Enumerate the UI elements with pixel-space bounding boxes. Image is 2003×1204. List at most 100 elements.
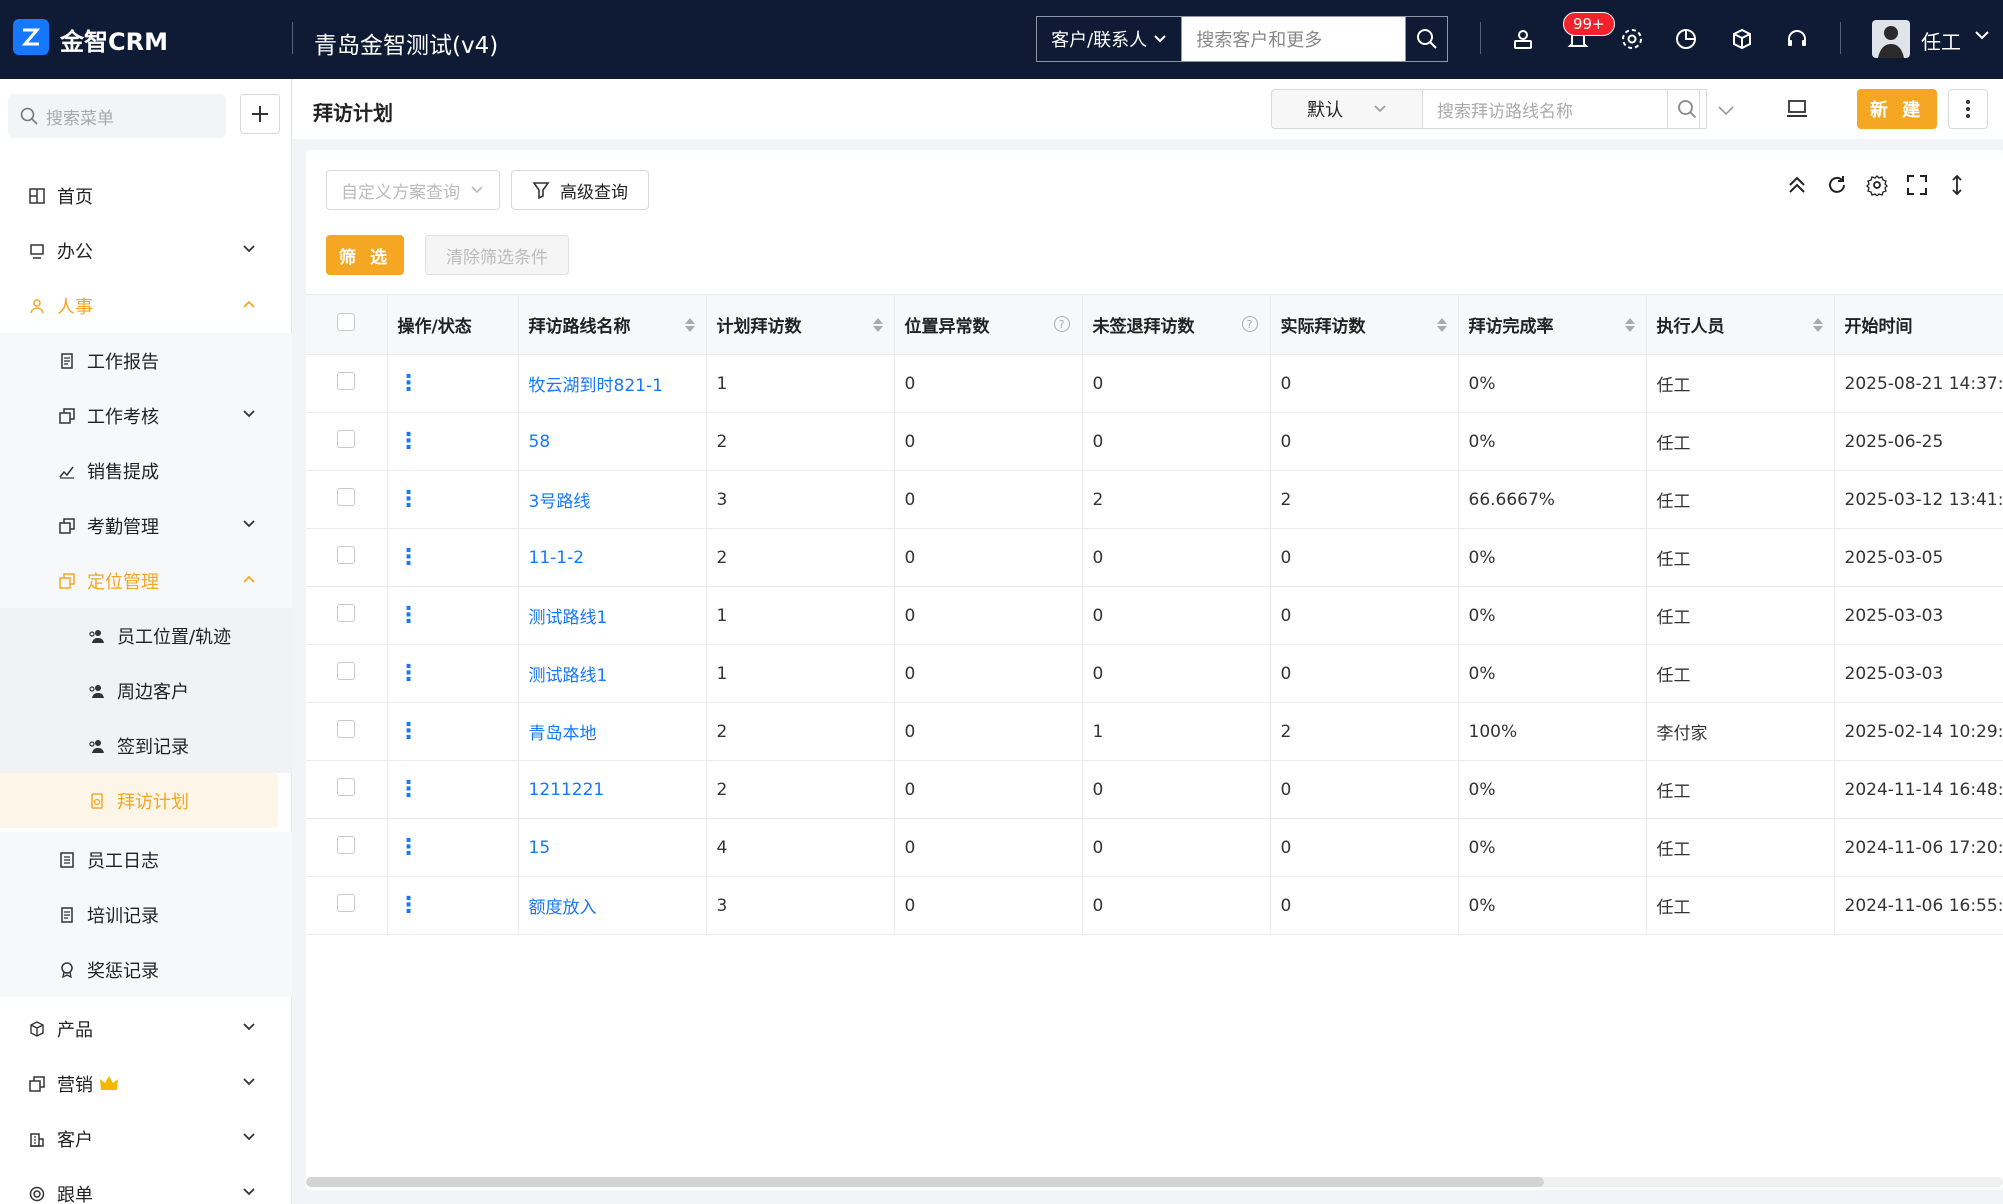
sidebar-item-attendance[interactable]: 考勤管理 <box>0 498 292 553</box>
chevron-down-icon[interactable] <box>1974 27 1990 43</box>
select-all-checkbox[interactable] <box>337 313 356 331</box>
table-cell[interactable]: 58 <box>518 412 707 471</box>
table-cell[interactable]: 11-1-2 <box>518 528 707 587</box>
table-row[interactable]: ⋮ 1211221 2 0 0 0 0% 任工 2024-11-14 16:48:5 <box>306 760 2003 819</box>
column-header[interactable]: 执行人员 <box>1646 294 1835 355</box>
sidebar-item-staff-log[interactable]: 员工日志 <box>0 832 292 887</box>
table-cell[interactable]: 测试路线1 <box>518 586 707 645</box>
row-checkbox[interactable] <box>337 836 356 854</box>
sidebar-item-work-assessment[interactable]: 工作考核 <box>0 388 292 443</box>
sidebar-item-home[interactable]: 首页 <box>0 168 292 223</box>
table-cell[interactable]: 1211221 <box>518 760 707 819</box>
sidebar-item-visit-plan[interactable]: 拜访计划 <box>0 773 278 828</box>
more-vertical-icon[interactable]: ⋮ <box>398 545 420 570</box>
more-vertical-icon[interactable]: ⋮ <box>398 777 420 802</box>
more-vertical-icon[interactable]: ⋮ <box>398 371 420 396</box>
pie-chart-icon[interactable] <box>1671 24 1701 54</box>
route-name-link[interactable]: 3号路线 <box>529 492 591 512</box>
row-height-icon[interactable] <box>1946 174 1968 196</box>
advanced-query-button[interactable]: 高级查询 <box>511 170 649 210</box>
clear-filters-button[interactable]: 清除筛选条件 <box>425 235 569 275</box>
sort-icon[interactable] <box>684 317 696 333</box>
settings-icon[interactable] <box>1866 174 1888 196</box>
headset-icon[interactable] <box>1782 24 1812 54</box>
more-vertical-icon[interactable]: ⋮ <box>398 603 420 628</box>
route-name-link[interactable]: 牧云湖到时821-1 <box>529 376 663 396</box>
sidebar-item-rewards[interactable]: 奖惩记录 <box>0 942 292 997</box>
sidebar-item-office[interactable]: 办公 <box>0 223 292 278</box>
collapse-up-icon[interactable] <box>1786 174 1808 196</box>
table-row[interactable]: ⋮ 青岛本地 2 0 1 2 100% 李付家 2025-02-14 10:29:3 <box>306 702 2003 761</box>
contacts-icon[interactable] <box>1508 24 1538 54</box>
horizontal-scrollbar[interactable] <box>306 1177 2003 1187</box>
new-button[interactable]: 新 建 <box>1857 89 1937 129</box>
sidebar-item-nearby-customers[interactable]: 周边客户 <box>0 663 292 718</box>
sidebar-item-staff-track[interactable]: 员工位置/轨迹 <box>0 608 292 663</box>
refresh-icon[interactable] <box>1826 174 1848 196</box>
more-vertical-icon[interactable]: ⋮ <box>398 893 420 918</box>
search-button[interactable] <box>1405 17 1447 61</box>
route-search-button[interactable] <box>1667 89 1707 129</box>
table-cell[interactable]: 额度放入 <box>518 876 707 935</box>
row-checkbox[interactable] <box>337 372 356 390</box>
global-search-input[interactable]: 搜索客户和更多 <box>1182 17 1406 61</box>
sidebar-item-product[interactable]: 产品 <box>0 1001 292 1056</box>
table-row[interactable]: ⋮ 11-1-2 2 0 0 0 0% 任工 2025-03-05 <box>306 528 2003 587</box>
route-name-link[interactable]: 测试路线1 <box>529 608 608 628</box>
sidebar-item-sales-commission[interactable]: 销售提成 <box>0 443 292 498</box>
table-row[interactable]: ⋮ 15 4 0 0 0 0% 任工 2024-11-06 17:20:5 <box>306 818 2003 877</box>
filter-button[interactable]: 筛 选 <box>326 235 404 275</box>
add-menu-button[interactable] <box>240 94 280 134</box>
help-icon[interactable]: ? <box>1053 316 1070 332</box>
avatar[interactable] <box>1872 20 1910 58</box>
column-header[interactable]: 实际拜访数 <box>1270 294 1459 355</box>
sidebar-item-hr[interactable]: 人事 <box>0 278 292 333</box>
table-cell[interactable]: 测试路线1 <box>518 644 707 703</box>
more-vertical-icon[interactable]: ⋮ <box>398 719 420 744</box>
sidebar-item-marketing[interactable]: 营销 <box>0 1056 292 1111</box>
table-cell[interactable]: 青岛本地 <box>518 702 707 761</box>
more-vertical-icon[interactable]: ⋮ <box>398 661 420 686</box>
row-checkbox[interactable] <box>337 778 356 796</box>
sort-icon[interactable] <box>1624 317 1636 333</box>
more-vertical-icon[interactable]: ⋮ <box>398 429 420 454</box>
menu-search-input[interactable]: 搜索菜单 <box>8 94 226 138</box>
route-name-link[interactable]: 15 <box>529 838 551 858</box>
custom-query-select[interactable]: 自定义方案查询 <box>326 170 500 210</box>
route-name-link[interactable]: 1211221 <box>529 780 605 800</box>
table-cell[interactable]: 3号路线 <box>518 470 707 529</box>
table-cell[interactable]: 牧云湖到时821-1 <box>518 354 707 413</box>
row-checkbox[interactable] <box>337 720 356 738</box>
logo-icon[interactable] <box>13 19 49 55</box>
row-checkbox[interactable] <box>337 430 356 448</box>
route-search-input[interactable]: 搜索拜访路线名称 <box>1422 89 1700 129</box>
more-vertical-icon[interactable]: ⋮ <box>398 487 420 512</box>
table-row[interactable]: ⋮ 测试路线1 1 0 0 0 0% 任工 2025-03-03 <box>306 586 2003 645</box>
table-row[interactable]: ⋮ 牧云湖到时821-1 1 0 0 0 0% 任工 2025-08-21 14:37:2 <box>306 354 2003 413</box>
route-name-link[interactable]: 额度放入 <box>529 898 597 918</box>
cube-icon[interactable] <box>1727 24 1757 54</box>
sidebar-item-training[interactable]: 培训记录 <box>0 887 292 942</box>
column-header[interactable]: 拜访路线名称 <box>518 294 707 355</box>
row-checkbox[interactable] <box>337 546 356 564</box>
route-name-link[interactable]: 11-1-2 <box>529 548 585 568</box>
help-icon[interactable]: ? <box>1241 316 1258 332</box>
gear-icon[interactable] <box>1617 24 1647 54</box>
row-checkbox[interactable] <box>337 894 356 912</box>
scrollbar-thumb[interactable] <box>306 1177 1544 1187</box>
table-row[interactable]: ⋮ 3号路线 3 0 2 2 66.6667% 任工 2025-03-12 13:41:4 <box>306 470 2003 529</box>
laptop-icon[interactable] <box>1786 99 1808 119</box>
row-checkbox[interactable] <box>337 488 356 506</box>
row-checkbox[interactable] <box>337 604 356 622</box>
route-name-link[interactable]: 测试路线1 <box>529 666 608 686</box>
search-type-select[interactable]: 客户/联系人 <box>1037 17 1183 61</box>
more-vertical-icon[interactable]: ⋮ <box>398 835 420 860</box>
table-row[interactable]: ⋮ 额度放入 3 0 0 0 0% 任工 2024-11-06 16:55:5 <box>306 876 2003 935</box>
chevron-down-icon[interactable] <box>1717 101 1735 119</box>
sidebar-item-checkin-records[interactable]: 签到记录 <box>0 718 292 773</box>
table-row[interactable]: ⋮ 58 2 0 0 0 0% 任工 2025-06-25 <box>306 412 2003 471</box>
column-header[interactable]: 拜访完成率 <box>1458 294 1647 355</box>
table-row[interactable]: ⋮ 测试路线1 1 0 0 0 0% 任工 2025-03-03 <box>306 644 2003 703</box>
sort-icon[interactable] <box>1436 317 1448 333</box>
user-name[interactable]: 任工 <box>1921 26 1961 55</box>
